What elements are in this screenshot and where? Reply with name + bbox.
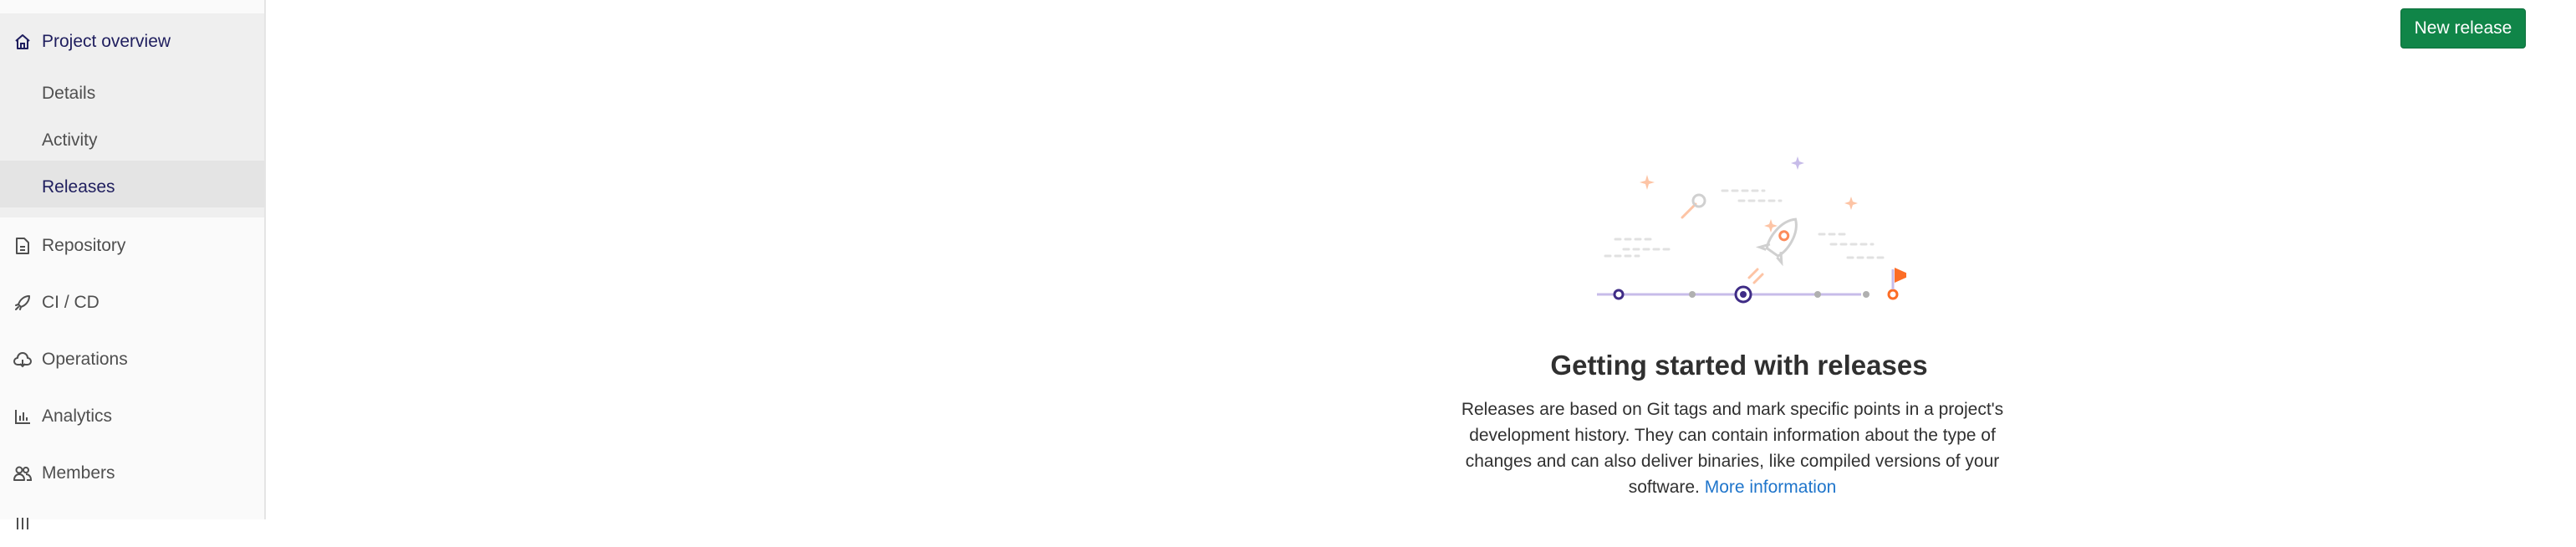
new-release-button[interactable]: New release [2400,8,2526,49]
empty-state-description: Releases are based on Git tags and mark … [1448,396,2017,500]
sidebar-item-label: Details [42,84,96,103]
sidebar-item-partial[interactable] [0,500,264,547]
sidebar-item-label: Releases [42,177,115,197]
sidebar-item-details[interactable]: Details [0,70,264,117]
sidebar-item-analytics[interactable]: Analytics [0,393,264,440]
rocket-icon [12,292,33,314]
sidebar-item-label: Activity [42,130,98,150]
sidebar: Project overview Details Activity Releas… [0,0,266,529]
sidebar-item-repository[interactable]: Repository [0,222,264,269]
sidebar-item-activity[interactable]: Activity [0,117,264,164]
document-icon [12,235,33,257]
users-icon [12,463,33,484]
sidebar-item-label: Project overview [42,32,171,51]
empty-state-title: Getting started with releases [1550,350,1928,381]
sidebar-item-members[interactable]: Members [0,450,264,497]
sidebar-item-label: Operations [42,350,128,369]
releases-illustration-svg [1597,156,1911,304]
sidebar-item-operations[interactable]: Operations [0,336,264,383]
sidebar-item-cicd[interactable]: CI / CD [0,279,264,326]
sidebar-item-label: Members [42,463,115,483]
cloud-icon [12,349,33,371]
releases-empty-illustration [1572,152,1911,311]
sidebar-item-label: Analytics [42,406,113,426]
chart-icon [12,406,33,427]
sidebar-item-label: CI / CD [42,293,99,312]
sidebar-item-label: Repository [42,236,126,255]
more-information-link[interactable]: More information [1705,478,1837,497]
settings-icon [12,513,33,534]
home-icon [12,31,33,53]
sidebar-item-project-overview[interactable]: Project overview [0,18,264,65]
sidebar-item-releases[interactable]: Releases [0,164,264,211]
